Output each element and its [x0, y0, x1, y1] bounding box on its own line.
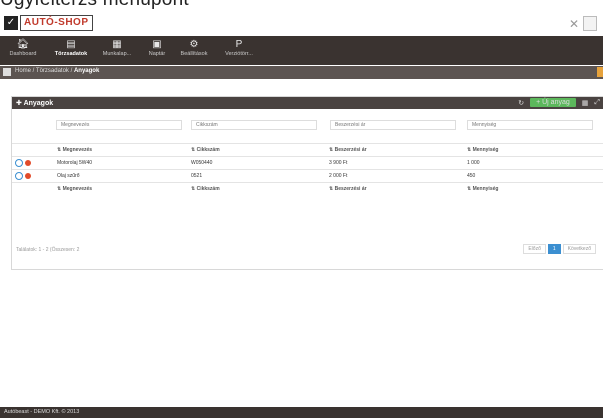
cell-cikkszam: 0521 [188, 169, 326, 183]
table-header-row: ⇅ Megnevezés ⇅ Cikkszám ⇅ Beszerzési ár … [12, 143, 603, 157]
col-footer-mennyiseg[interactable]: ⇅ Mennyiség [464, 182, 603, 195]
nav-label: Verziótörr... [225, 51, 253, 57]
logo-text: AUTÓ-SHOP [20, 15, 93, 31]
app-logo[interactable]: ✓ AUTÓ-SHOP [4, 15, 93, 31]
cell-mennyiseg: 1 000 [464, 156, 603, 170]
calendar-icon: ▣ [152, 39, 162, 50]
filter-beszerzesi-ar-input[interactable] [330, 120, 456, 130]
filter-mennyiseg-input[interactable] [467, 120, 593, 130]
warning-icon[interactable] [597, 67, 603, 77]
col-header-beszerzesi-ar[interactable]: ⇅ Beszerzési ár [326, 143, 464, 157]
col-footer-megnevezes[interactable]: ⇅ Megnevezés [54, 182, 188, 195]
col-header-megnevezes[interactable]: ⇅ Megnevezés [54, 143, 188, 157]
delete-icon[interactable] [25, 160, 31, 166]
col-header-cikkszam[interactable]: ⇅ Cikkszám [188, 143, 326, 157]
nav-item-dashboard[interactable]: 🏠︎ Dashboard [6, 39, 40, 57]
nav-label: Beállítások [180, 51, 208, 57]
main-nav: 🏠︎ Dashboard ▤ Törzsadatok ▦ Munkalap...… [0, 36, 603, 65]
nav-label: Munkalap... [102, 51, 132, 57]
filter-cikkszam-input[interactable] [191, 120, 317, 130]
expand-icon[interactable]: ⤢ [594, 99, 600, 107]
table-footer-row: ⇅ Megnevezés ⇅ Cikkszám ⇅ Beszerzési ár … [12, 182, 603, 195]
table-row[interactable]: Motorolaj 5W40 W050440 3 900 Ft 1 000 [12, 156, 603, 170]
gear-icon: ⚙ [189, 39, 199, 50]
database-icon: ▤ [66, 39, 76, 50]
cell-megnevezes: Motorolaj 5W40 [54, 156, 188, 170]
document-icon: ▦ [112, 39, 122, 50]
breadcrumb-home[interactable]: Home [15, 68, 31, 74]
materials-panel: ✚ Anyagok ↻ + Új anyag ▦ ⤢ ⇅ Megnevezés … [11, 96, 603, 270]
nav-item-verzio[interactable]: P Verziótörr... [216, 39, 262, 57]
new-material-button[interactable]: + Új anyag [530, 98, 576, 107]
col-footer-beszerzesi-ar[interactable]: ⇅ Beszerzési ár [326, 182, 464, 195]
table-row[interactable]: Olaj szűrő 0521 2 000 Ft 450 [12, 169, 603, 183]
nav-label: Naptár [148, 51, 166, 57]
panel-title: Anyagok [23, 100, 54, 107]
edit-icon[interactable] [15, 172, 23, 180]
refresh-icon[interactable]: ↻ [518, 99, 524, 107]
pagination: Előző 1 Következő [523, 244, 596, 254]
close-icon[interactable]: ✕ [569, 17, 579, 31]
delete-icon[interactable] [25, 173, 31, 179]
panel-header: ✚ Anyagok ↻ + Új anyag ▦ ⤢ [12, 97, 603, 109]
list-icon[interactable] [3, 68, 11, 76]
cell-cikkszam: W050440 [188, 156, 326, 170]
prev-page-button[interactable]: Előző [523, 244, 546, 254]
nav-item-beallitasok[interactable]: ⚙ Beállítások [176, 39, 212, 57]
cell-mennyiseg: 450 [464, 169, 603, 183]
grid-icon[interactable]: ▦ [582, 99, 589, 107]
page-heading: Ügyfélterzs menüpont [0, 0, 189, 11]
edit-icon[interactable] [15, 159, 23, 167]
app-footer: Autóbeast - DEMO Kft. © 2013 [0, 407, 603, 418]
user-avatar[interactable] [583, 16, 597, 31]
materials-table: ⇅ Megnevezés ⇅ Cikkszám ⇅ Beszerzési ár … [12, 143, 603, 195]
home-icon: 🏠︎ [16, 39, 30, 50]
page-1-button[interactable]: 1 [547, 244, 561, 254]
nav-label: Törzsadatok [54, 51, 88, 57]
breadcrumb: Home / Törzsadatok / Anyagok [0, 66, 603, 79]
top-bar: ✓ AUTÓ-SHOP ✕ [0, 12, 603, 34]
col-header-mennyiseg[interactable]: ⇅ Mennyiség [464, 143, 603, 157]
cell-megnevezes: Olaj szűrő [54, 169, 188, 183]
cell-beszerzesi-ar: 2 000 Ft [326, 169, 464, 183]
logo-mark-icon: ✓ [4, 16, 18, 30]
nav-item-torzsadatok[interactable]: ▤ Törzsadatok [50, 39, 92, 57]
next-page-button[interactable]: Következő [562, 244, 596, 254]
filter-megnevezes-input[interactable] [56, 120, 182, 130]
nav-item-naptar[interactable]: ▣ Naptár [142, 39, 172, 57]
result-count: Találatok: 1 - 2 (Összesen: 2 [16, 247, 80, 253]
cell-beszerzesi-ar: 3 900 Ft [326, 156, 464, 170]
panel-icon: ✚ [16, 100, 24, 107]
footer-copyright: Autóbeast - DEMO Kft. © 2013 [4, 409, 80, 415]
breadcrumb-current: Anyagok [73, 68, 100, 74]
col-footer-cikkszam[interactable]: ⇅ Cikkszám [188, 182, 326, 195]
version-icon: P [235, 39, 243, 50]
nav-label: Dashboard [9, 51, 37, 57]
breadcrumb-section[interactable]: Törzsadatok [36, 68, 69, 74]
nav-item-munkalap[interactable]: ▦ Munkalap... [96, 39, 138, 57]
